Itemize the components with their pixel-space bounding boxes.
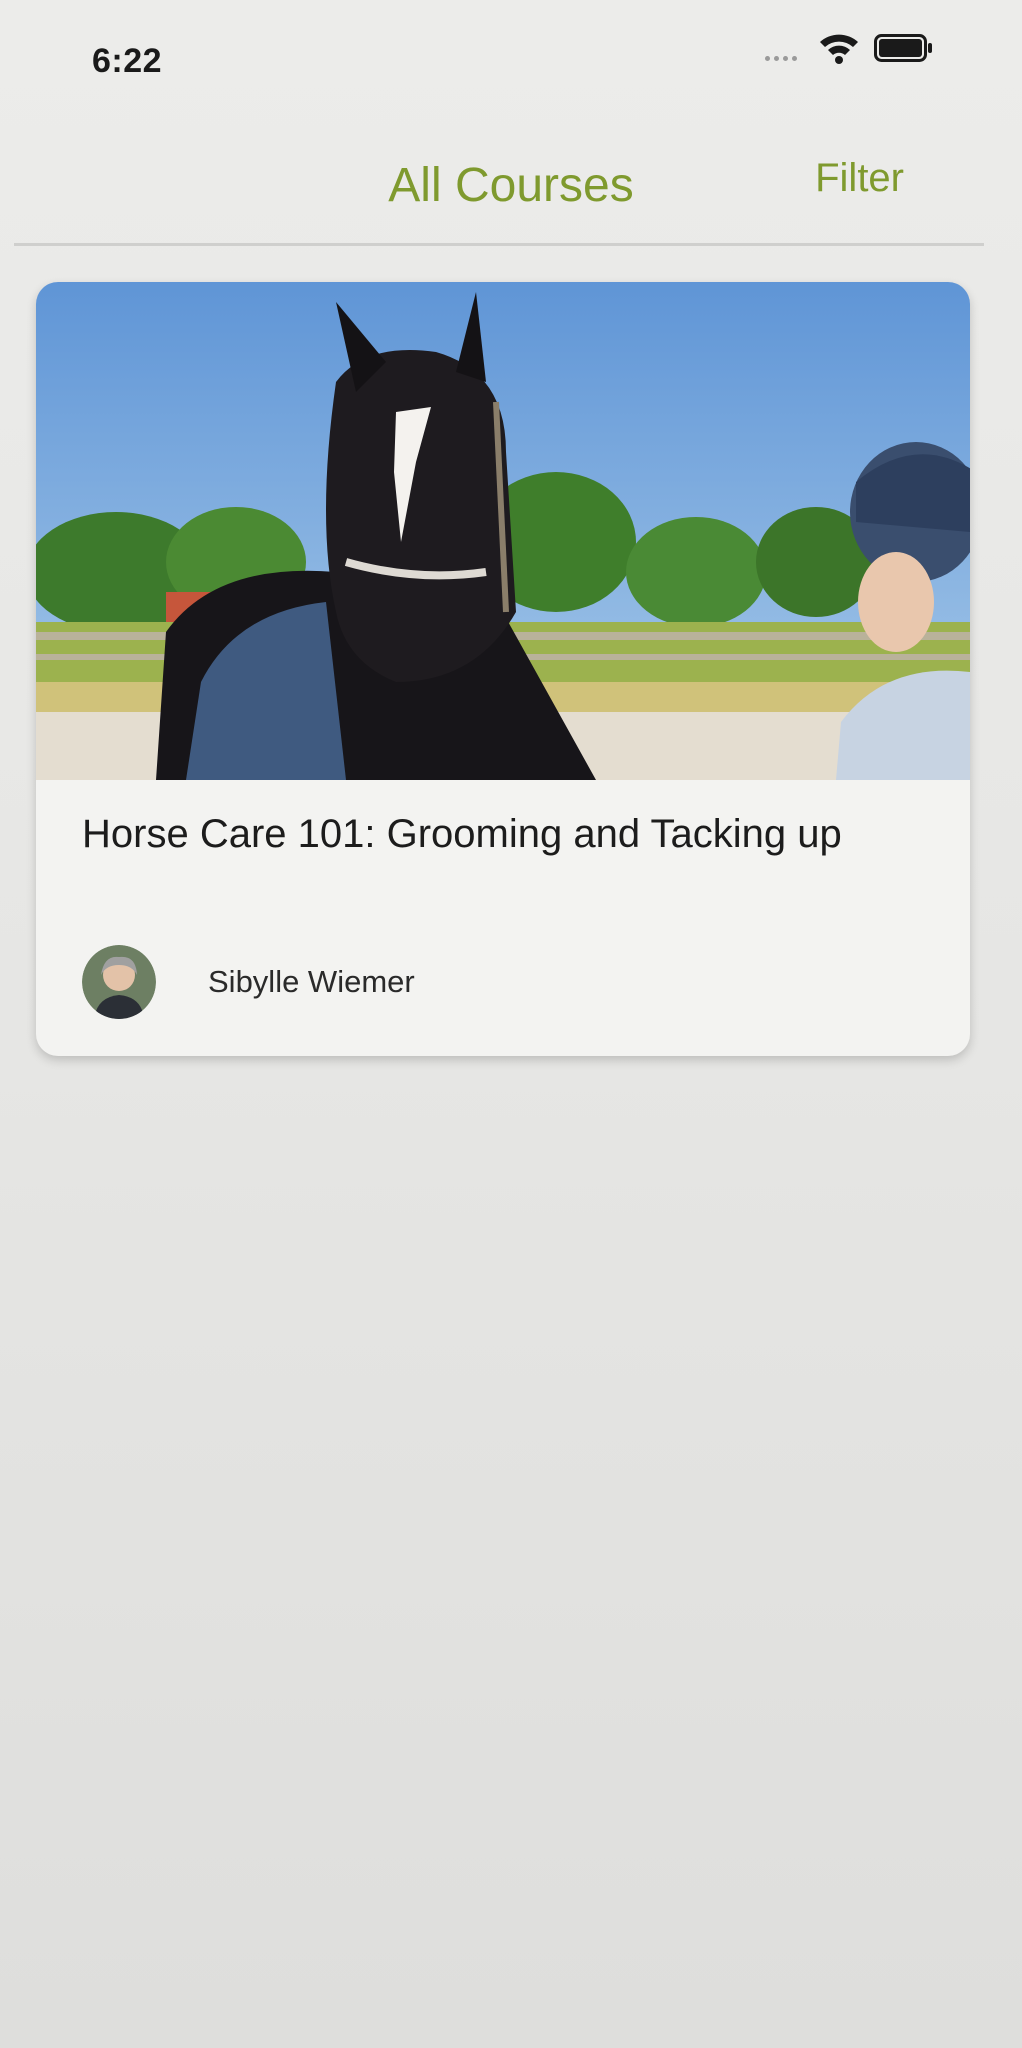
nav-bar: All Courses Filter bbox=[0, 120, 1022, 260]
battery-icon bbox=[874, 34, 932, 62]
nav-divider bbox=[14, 243, 984, 246]
filter-button[interactable]: Filter bbox=[815, 156, 904, 201]
status-time: 6:22 bbox=[92, 42, 163, 80]
course-title: Horse Care 101: Grooming and Tacking up bbox=[82, 812, 842, 856]
course-image bbox=[36, 282, 970, 780]
author-name: Sibylle Wiemer bbox=[208, 964, 415, 999]
author-row: Sibylle Wiemer bbox=[82, 942, 415, 1022]
author-avatar bbox=[82, 945, 156, 1019]
screen: 6:22 All Courses Filter Horse Care 101: … bbox=[0, 0, 1022, 2048]
wifi-icon bbox=[820, 34, 858, 64]
status-bar: 6:22 bbox=[0, 0, 1022, 120]
signal-dots-icon bbox=[765, 56, 797, 61]
course-card[interactable]: Horse Care 101: Grooming and Tacking up … bbox=[36, 282, 970, 1056]
